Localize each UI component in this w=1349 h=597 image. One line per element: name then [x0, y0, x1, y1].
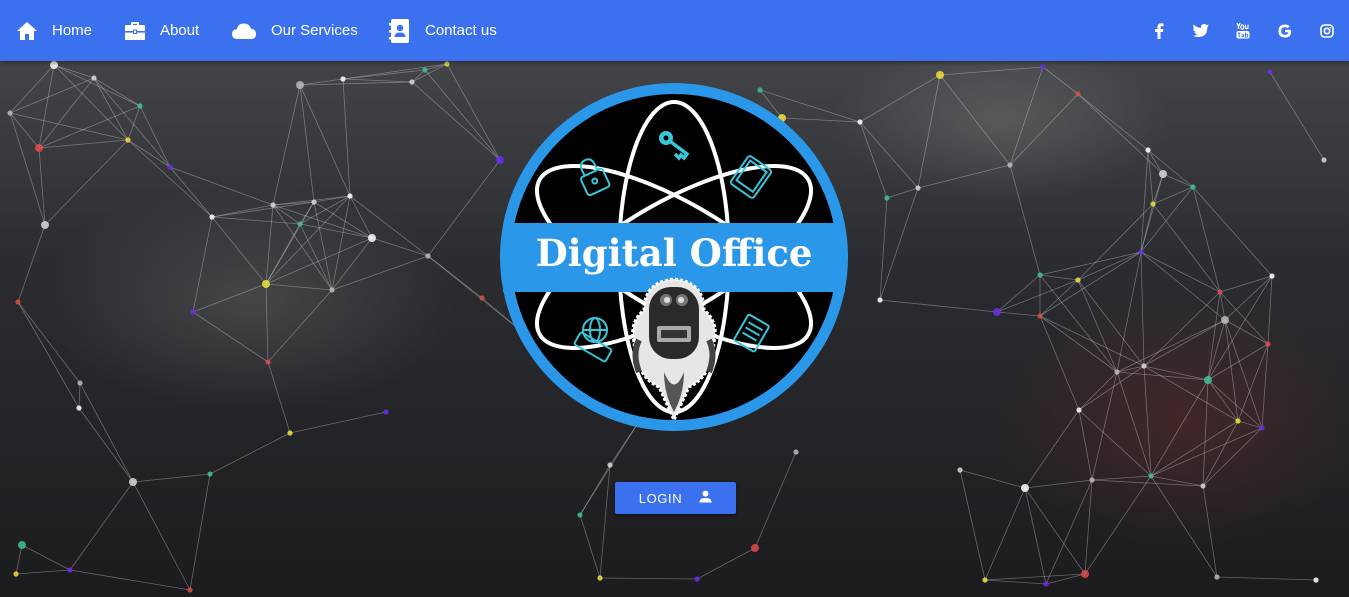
facebook-icon[interactable] [1148, 20, 1169, 41]
nav-home-label: Home [52, 22, 93, 39]
nav-home[interactable]: Home [16, 0, 92, 61]
social-links [1148, 0, 1349, 61]
twitter-icon[interactable] [1190, 20, 1211, 41]
login-button[interactable]: LOGIN [615, 482, 736, 514]
digital-office-logo: Digital Office [500, 83, 848, 431]
nav-services[interactable]: Our Services [231, 0, 358, 61]
login-label: LOGIN [638, 490, 683, 506]
youtube-icon[interactable] [1232, 20, 1253, 41]
contact-card-icon [389, 18, 411, 44]
nav-contact-label: Contact us [425, 22, 497, 39]
logo-title: Digital Office [536, 231, 813, 275]
user-icon [699, 490, 712, 506]
instagram-icon[interactable] [1316, 20, 1337, 41]
nav-about[interactable]: About [124, 0, 199, 61]
briefcase-icon [124, 21, 146, 41]
nav-services-label: Our Services [271, 22, 358, 39]
nav-contact[interactable]: Contact us [389, 0, 497, 61]
nav-about-label: About [160, 22, 200, 39]
google-icon[interactable] [1274, 20, 1295, 41]
cloud-icon [231, 22, 257, 40]
home-icon [16, 21, 38, 41]
navbar: Home About Our Services Contact us [0, 0, 1349, 61]
